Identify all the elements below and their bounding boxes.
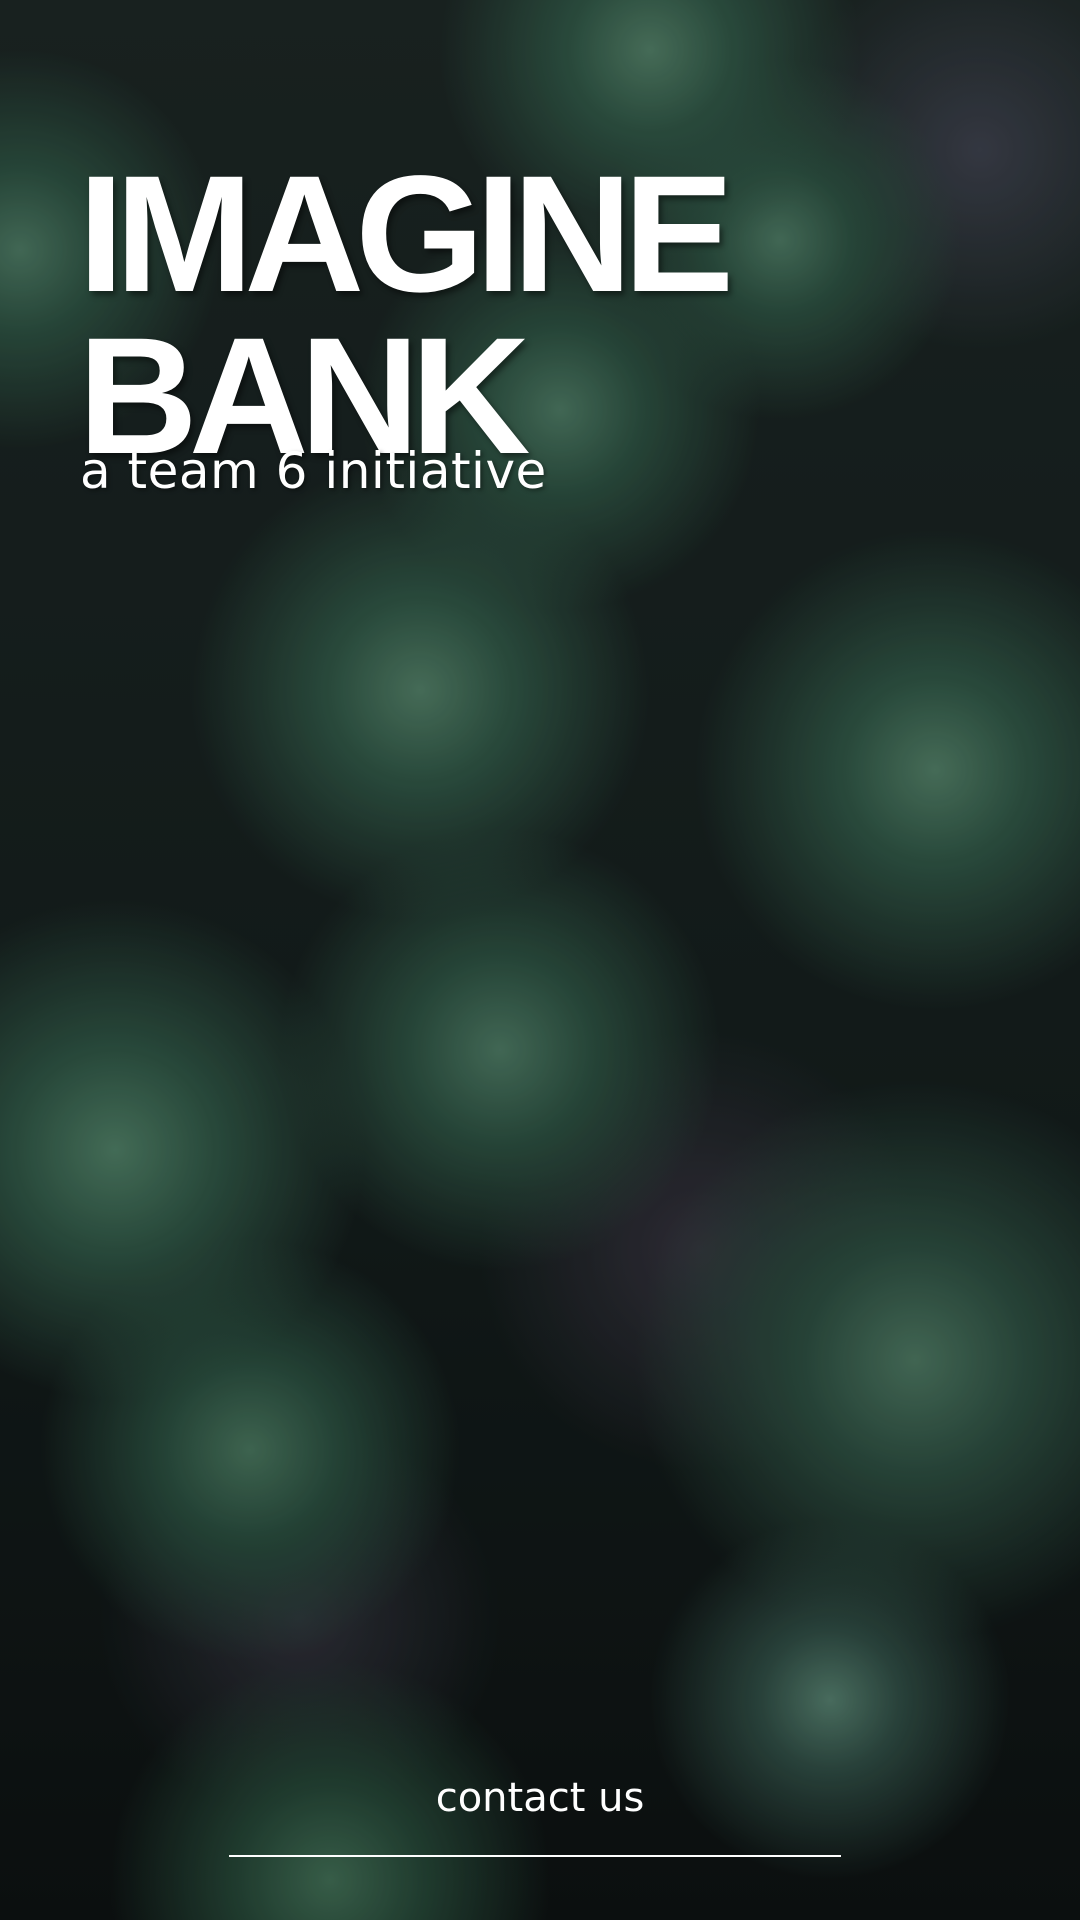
hero-title-line-1: IMAGINE	[78, 142, 734, 327]
contact-us-link[interactable]: contact us	[0, 1778, 1080, 1818]
hero-subtitle: a team 6 initiative	[80, 442, 547, 500]
contact-underline-divider	[229, 1855, 841, 1857]
